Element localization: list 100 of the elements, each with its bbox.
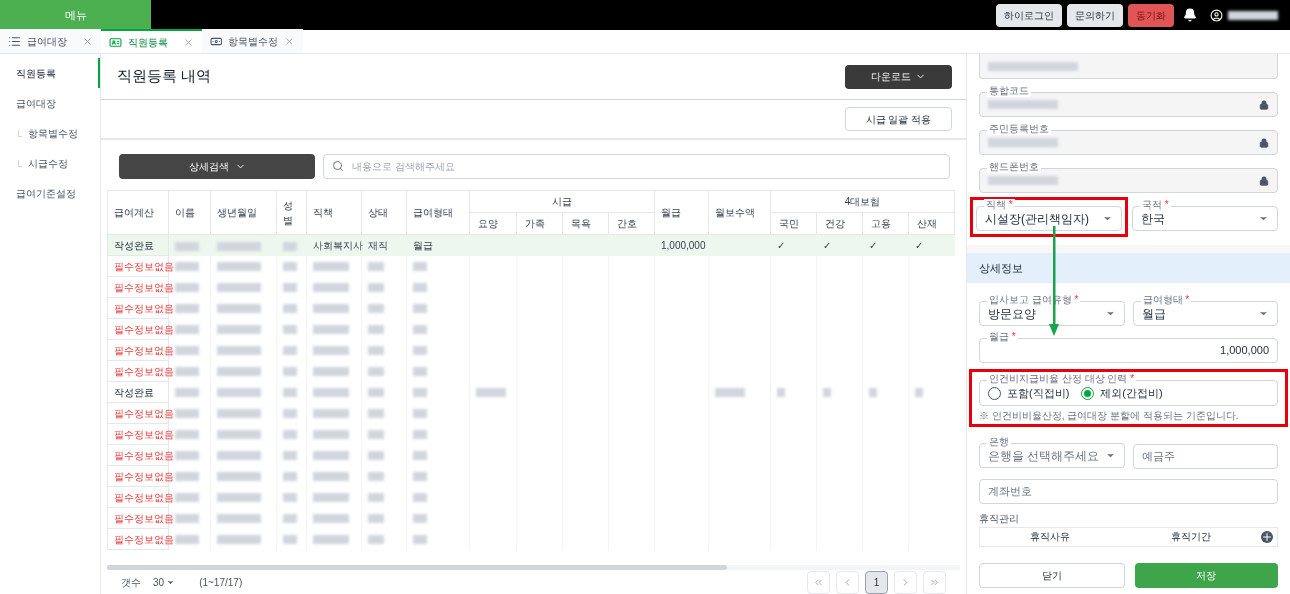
- column-header: 급여형태: [406, 190, 470, 235]
- blurred-text: [175, 325, 199, 335]
- last-page-button[interactable]: [923, 570, 946, 594]
- list-icon: [8, 34, 21, 48]
- tree-corner-icon: [18, 159, 22, 167]
- blurred-text: [175, 451, 199, 461]
- page-button[interactable]: 1: [865, 570, 888, 594]
- add-icon[interactable]: [1261, 530, 1273, 543]
- account-holder-field[interactable]: 예금주: [1132, 443, 1278, 469]
- blurred-text: [313, 451, 349, 461]
- blurred-text: [217, 535, 261, 545]
- blurred-text: [413, 514, 427, 524]
- table-row[interactable]: 작성완료 사회복지사 재직 월급 1,000,000 ✓ ✓ ✓ ✓: [107, 234, 955, 256]
- blurred-text: [413, 388, 427, 398]
- blurred-text: [988, 100, 1058, 109]
- status-text: 필수정보없음: [114, 344, 174, 356]
- blurred-text: [175, 430, 199, 440]
- blurred-text: [217, 283, 261, 293]
- blurred-text: [283, 283, 297, 293]
- status-text: 작성완료: [114, 239, 154, 251]
- bell-icon[interactable]: [1183, 8, 1197, 22]
- blurred-text: [413, 304, 427, 314]
- sidebar-item[interactable]: 급여기준설정: [0, 178, 100, 208]
- table-cell: ✓: [915, 239, 923, 251]
- first-page-button[interactable]: [807, 570, 830, 594]
- user-icon[interactable]: [1210, 8, 1223, 22]
- blurred-text: [368, 304, 384, 314]
- blurred-text: [217, 514, 261, 524]
- blurred-text: [283, 346, 297, 356]
- close-button[interactable]: 닫기: [979, 562, 1125, 588]
- blurred-text: [217, 430, 261, 440]
- field-label: 국적 *: [1140, 199, 1171, 211]
- blurred-text: [313, 367, 349, 377]
- download-button[interactable]: 다운로드: [845, 64, 952, 89]
- detail-search-button[interactable]: 상세검색: [119, 153, 315, 179]
- blurred-text: [283, 241, 297, 251]
- column-header: 직책: [306, 190, 362, 235]
- blurred-text: [313, 262, 349, 272]
- sidebar-item[interactable]: 직원등록: [0, 58, 100, 88]
- status-text: 필수정보없음: [114, 365, 174, 377]
- blurred-text: [283, 493, 297, 503]
- blurred-text: [413, 535, 427, 545]
- blurred-text: [368, 472, 384, 482]
- blurred-text: [368, 409, 384, 419]
- blurred-text: [368, 325, 384, 335]
- sidebar-item[interactable]: 시급수정: [0, 148, 100, 178]
- section-header: 상세정보: [967, 253, 1290, 283]
- header-button[interactable]: 하이로그인: [996, 3, 1062, 27]
- blurred-text: [413, 409, 427, 419]
- search-field[interactable]: 내용으로 검색해주세요: [323, 154, 950, 179]
- status-text: 필수정보없음: [114, 512, 174, 524]
- blurred-text: [368, 262, 384, 272]
- text-field[interactable]: [979, 54, 1278, 79]
- sidebar-item[interactable]: 급여대장: [0, 88, 100, 118]
- blurred-text: [368, 451, 384, 461]
- blurred-text: [313, 472, 349, 482]
- table-cell: 월급: [413, 239, 433, 251]
- blurred-text: [915, 388, 923, 398]
- account-number-field[interactable]: 계좌번호: [979, 478, 1278, 504]
- blurred-text: [368, 535, 384, 545]
- blurred-text: [368, 388, 384, 398]
- blurred-text: [283, 535, 297, 545]
- close-icon[interactable]: [82, 35, 93, 47]
- radio-option[interactable]: 제외(간접비): [1081, 384, 1163, 402]
- blurred-text: [823, 388, 831, 398]
- bulk-apply-button[interactable]: 시급 일괄 적용: [845, 107, 952, 131]
- page-size-select[interactable]: 30: [153, 574, 176, 590]
- field-label: 통합코드: [987, 85, 1031, 97]
- horizontal-scrollbar[interactable]: [107, 565, 727, 570]
- header-button[interactable]: 문의하기: [1067, 3, 1123, 27]
- blurred-text: [283, 262, 297, 272]
- column-header: 생년월일: [210, 190, 277, 235]
- blurred-text: [988, 176, 1058, 185]
- tab[interactable]: 급여대장: [0, 29, 101, 53]
- blurred-text: [175, 346, 199, 356]
- blurred-text: [217, 472, 261, 482]
- blurred-text: [1228, 10, 1278, 20]
- close-icon[interactable]: [183, 36, 194, 48]
- radio-option[interactable]: 포함(직접비): [988, 384, 1070, 402]
- status-text: 필수정보없음: [114, 449, 174, 461]
- blurred-text: [283, 367, 297, 377]
- tab[interactable]: 항목별수정: [202, 29, 303, 53]
- field-label: 주민등록번호: [987, 123, 1051, 135]
- blurred-text: [413, 325, 427, 335]
- blurred-text: [413, 367, 427, 377]
- close-icon[interactable]: [284, 35, 295, 47]
- blurred-text: [313, 304, 349, 314]
- blurred-text: [175, 514, 199, 524]
- page-size-label: 갯수: [121, 575, 141, 590]
- status-text: 작성완료: [114, 386, 154, 398]
- blurred-text: [283, 304, 297, 314]
- previous-page-button[interactable]: [836, 570, 859, 594]
- blurred-text: [368, 367, 384, 377]
- blurred-text: [217, 262, 261, 272]
- blurred-text: [368, 430, 384, 440]
- blurred-text: [313, 388, 349, 398]
- next-page-button[interactable]: [894, 570, 917, 594]
- column-header: 월급: [654, 190, 709, 235]
- sidebar-item[interactable]: 항목별수정: [0, 118, 100, 148]
- table-row[interactable]: 필수정보없음: [107, 255, 955, 277]
